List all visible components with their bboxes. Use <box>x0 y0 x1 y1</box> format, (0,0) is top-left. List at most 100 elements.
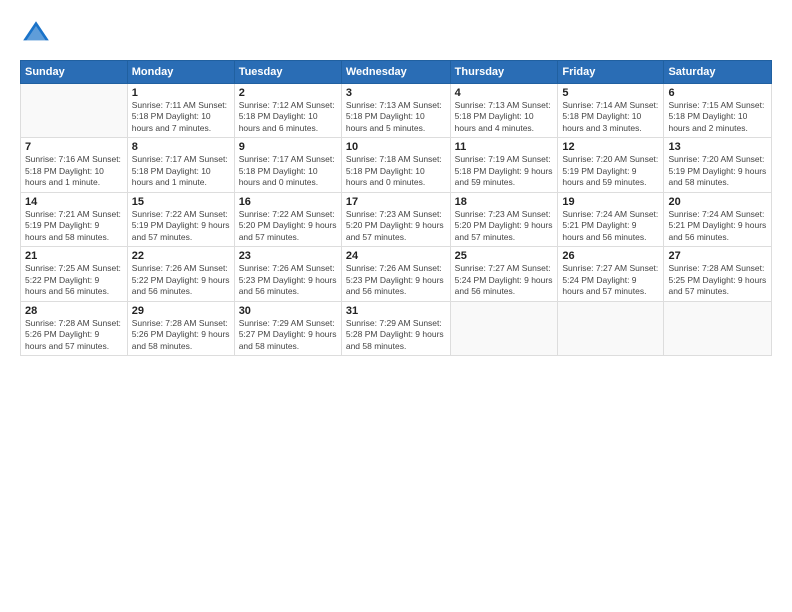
day-number: 18 <box>455 196 554 208</box>
day-number: 30 <box>239 305 337 317</box>
day-number: 12 <box>562 141 659 153</box>
day-cell: 25Sunrise: 7:27 AM Sunset: 5:24 PM Dayli… <box>450 247 558 301</box>
day-number: 6 <box>668 87 767 99</box>
day-number: 11 <box>455 141 554 153</box>
day-cell: 29Sunrise: 7:28 AM Sunset: 5:26 PM Dayli… <box>127 301 234 355</box>
day-info: Sunrise: 7:13 AM Sunset: 5:18 PM Dayligh… <box>455 100 554 134</box>
day-number: 20 <box>668 196 767 208</box>
day-cell: 11Sunrise: 7:19 AM Sunset: 5:18 PM Dayli… <box>450 138 558 192</box>
day-info: Sunrise: 7:28 AM Sunset: 5:26 PM Dayligh… <box>132 318 230 352</box>
header <box>20 18 772 50</box>
day-info: Sunrise: 7:23 AM Sunset: 5:20 PM Dayligh… <box>346 209 446 243</box>
day-number: 22 <box>132 250 230 262</box>
day-number: 2 <box>239 87 337 99</box>
day-number: 25 <box>455 250 554 262</box>
day-info: Sunrise: 7:20 AM Sunset: 5:19 PM Dayligh… <box>562 154 659 188</box>
week-row-3: 14Sunrise: 7:21 AM Sunset: 5:19 PM Dayli… <box>21 192 772 246</box>
weekday-header-thursday: Thursday <box>450 61 558 84</box>
day-cell: 14Sunrise: 7:21 AM Sunset: 5:19 PM Dayli… <box>21 192 128 246</box>
day-cell: 1Sunrise: 7:11 AM Sunset: 5:18 PM Daylig… <box>127 84 234 138</box>
day-number: 1 <box>132 87 230 99</box>
day-cell <box>558 301 664 355</box>
weekday-header-friday: Friday <box>558 61 664 84</box>
week-row-4: 21Sunrise: 7:25 AM Sunset: 5:22 PM Dayli… <box>21 247 772 301</box>
week-row-1: 1Sunrise: 7:11 AM Sunset: 5:18 PM Daylig… <box>21 84 772 138</box>
day-info: Sunrise: 7:27 AM Sunset: 5:24 PM Dayligh… <box>562 263 659 297</box>
day-info: Sunrise: 7:23 AM Sunset: 5:20 PM Dayligh… <box>455 209 554 243</box>
day-info: Sunrise: 7:17 AM Sunset: 5:18 PM Dayligh… <box>239 154 337 188</box>
day-info: Sunrise: 7:20 AM Sunset: 5:19 PM Dayligh… <box>668 154 767 188</box>
day-info: Sunrise: 7:11 AM Sunset: 5:18 PM Dayligh… <box>132 100 230 134</box>
day-number: 16 <box>239 196 337 208</box>
day-cell: 20Sunrise: 7:24 AM Sunset: 5:21 PM Dayli… <box>664 192 772 246</box>
day-info: Sunrise: 7:24 AM Sunset: 5:21 PM Dayligh… <box>668 209 767 243</box>
day-cell: 18Sunrise: 7:23 AM Sunset: 5:20 PM Dayli… <box>450 192 558 246</box>
day-cell: 16Sunrise: 7:22 AM Sunset: 5:20 PM Dayli… <box>234 192 341 246</box>
day-info: Sunrise: 7:28 AM Sunset: 5:26 PM Dayligh… <box>25 318 123 352</box>
day-cell: 23Sunrise: 7:26 AM Sunset: 5:23 PM Dayli… <box>234 247 341 301</box>
day-info: Sunrise: 7:14 AM Sunset: 5:18 PM Dayligh… <box>562 100 659 134</box>
day-number: 14 <box>25 196 123 208</box>
day-number: 27 <box>668 250 767 262</box>
day-info: Sunrise: 7:25 AM Sunset: 5:22 PM Dayligh… <box>25 263 123 297</box>
day-cell: 31Sunrise: 7:29 AM Sunset: 5:28 PM Dayli… <box>341 301 450 355</box>
day-cell: 5Sunrise: 7:14 AM Sunset: 5:18 PM Daylig… <box>558 84 664 138</box>
day-cell: 19Sunrise: 7:24 AM Sunset: 5:21 PM Dayli… <box>558 192 664 246</box>
day-number: 26 <box>562 250 659 262</box>
day-cell: 4Sunrise: 7:13 AM Sunset: 5:18 PM Daylig… <box>450 84 558 138</box>
weekday-header-tuesday: Tuesday <box>234 61 341 84</box>
week-row-5: 28Sunrise: 7:28 AM Sunset: 5:26 PM Dayli… <box>21 301 772 355</box>
day-info: Sunrise: 7:26 AM Sunset: 5:22 PM Dayligh… <box>132 263 230 297</box>
day-number: 13 <box>668 141 767 153</box>
day-info: Sunrise: 7:22 AM Sunset: 5:20 PM Dayligh… <box>239 209 337 243</box>
day-cell: 30Sunrise: 7:29 AM Sunset: 5:27 PM Dayli… <box>234 301 341 355</box>
day-cell: 17Sunrise: 7:23 AM Sunset: 5:20 PM Dayli… <box>341 192 450 246</box>
day-cell: 21Sunrise: 7:25 AM Sunset: 5:22 PM Dayli… <box>21 247 128 301</box>
day-number: 4 <box>455 87 554 99</box>
day-cell: 28Sunrise: 7:28 AM Sunset: 5:26 PM Dayli… <box>21 301 128 355</box>
weekday-header-wednesday: Wednesday <box>341 61 450 84</box>
page: SundayMondayTuesdayWednesdayThursdayFrid… <box>0 0 792 612</box>
day-info: Sunrise: 7:19 AM Sunset: 5:18 PM Dayligh… <box>455 154 554 188</box>
day-number: 7 <box>25 141 123 153</box>
day-cell: 24Sunrise: 7:26 AM Sunset: 5:23 PM Dayli… <box>341 247 450 301</box>
day-info: Sunrise: 7:29 AM Sunset: 5:27 PM Dayligh… <box>239 318 337 352</box>
day-info: Sunrise: 7:12 AM Sunset: 5:18 PM Dayligh… <box>239 100 337 134</box>
day-number: 19 <box>562 196 659 208</box>
day-info: Sunrise: 7:16 AM Sunset: 5:18 PM Dayligh… <box>25 154 123 188</box>
day-number: 5 <box>562 87 659 99</box>
day-number: 24 <box>346 250 446 262</box>
day-number: 21 <box>25 250 123 262</box>
day-number: 10 <box>346 141 446 153</box>
day-cell: 26Sunrise: 7:27 AM Sunset: 5:24 PM Dayli… <box>558 247 664 301</box>
weekday-header-sunday: Sunday <box>21 61 128 84</box>
logo <box>20 18 56 50</box>
day-info: Sunrise: 7:22 AM Sunset: 5:19 PM Dayligh… <box>132 209 230 243</box>
day-cell: 22Sunrise: 7:26 AM Sunset: 5:22 PM Dayli… <box>127 247 234 301</box>
day-info: Sunrise: 7:28 AM Sunset: 5:25 PM Dayligh… <box>668 263 767 297</box>
day-cell: 13Sunrise: 7:20 AM Sunset: 5:19 PM Dayli… <box>664 138 772 192</box>
day-cell: 6Sunrise: 7:15 AM Sunset: 5:18 PM Daylig… <box>664 84 772 138</box>
week-row-2: 7Sunrise: 7:16 AM Sunset: 5:18 PM Daylig… <box>21 138 772 192</box>
day-cell <box>21 84 128 138</box>
day-number: 29 <box>132 305 230 317</box>
day-cell: 3Sunrise: 7:13 AM Sunset: 5:18 PM Daylig… <box>341 84 450 138</box>
day-cell: 15Sunrise: 7:22 AM Sunset: 5:19 PM Dayli… <box>127 192 234 246</box>
day-info: Sunrise: 7:24 AM Sunset: 5:21 PM Dayligh… <box>562 209 659 243</box>
day-cell: 8Sunrise: 7:17 AM Sunset: 5:18 PM Daylig… <box>127 138 234 192</box>
day-number: 15 <box>132 196 230 208</box>
day-number: 8 <box>132 141 230 153</box>
day-cell: 27Sunrise: 7:28 AM Sunset: 5:25 PM Dayli… <box>664 247 772 301</box>
day-cell: 12Sunrise: 7:20 AM Sunset: 5:19 PM Dayli… <box>558 138 664 192</box>
weekday-header-saturday: Saturday <box>664 61 772 84</box>
day-info: Sunrise: 7:18 AM Sunset: 5:18 PM Dayligh… <box>346 154 446 188</box>
day-cell <box>664 301 772 355</box>
day-info: Sunrise: 7:15 AM Sunset: 5:18 PM Dayligh… <box>668 100 767 134</box>
day-number: 31 <box>346 305 446 317</box>
day-info: Sunrise: 7:27 AM Sunset: 5:24 PM Dayligh… <box>455 263 554 297</box>
day-cell: 10Sunrise: 7:18 AM Sunset: 5:18 PM Dayli… <box>341 138 450 192</box>
day-number: 23 <box>239 250 337 262</box>
day-cell: 2Sunrise: 7:12 AM Sunset: 5:18 PM Daylig… <box>234 84 341 138</box>
day-info: Sunrise: 7:29 AM Sunset: 5:28 PM Dayligh… <box>346 318 446 352</box>
day-cell: 9Sunrise: 7:17 AM Sunset: 5:18 PM Daylig… <box>234 138 341 192</box>
